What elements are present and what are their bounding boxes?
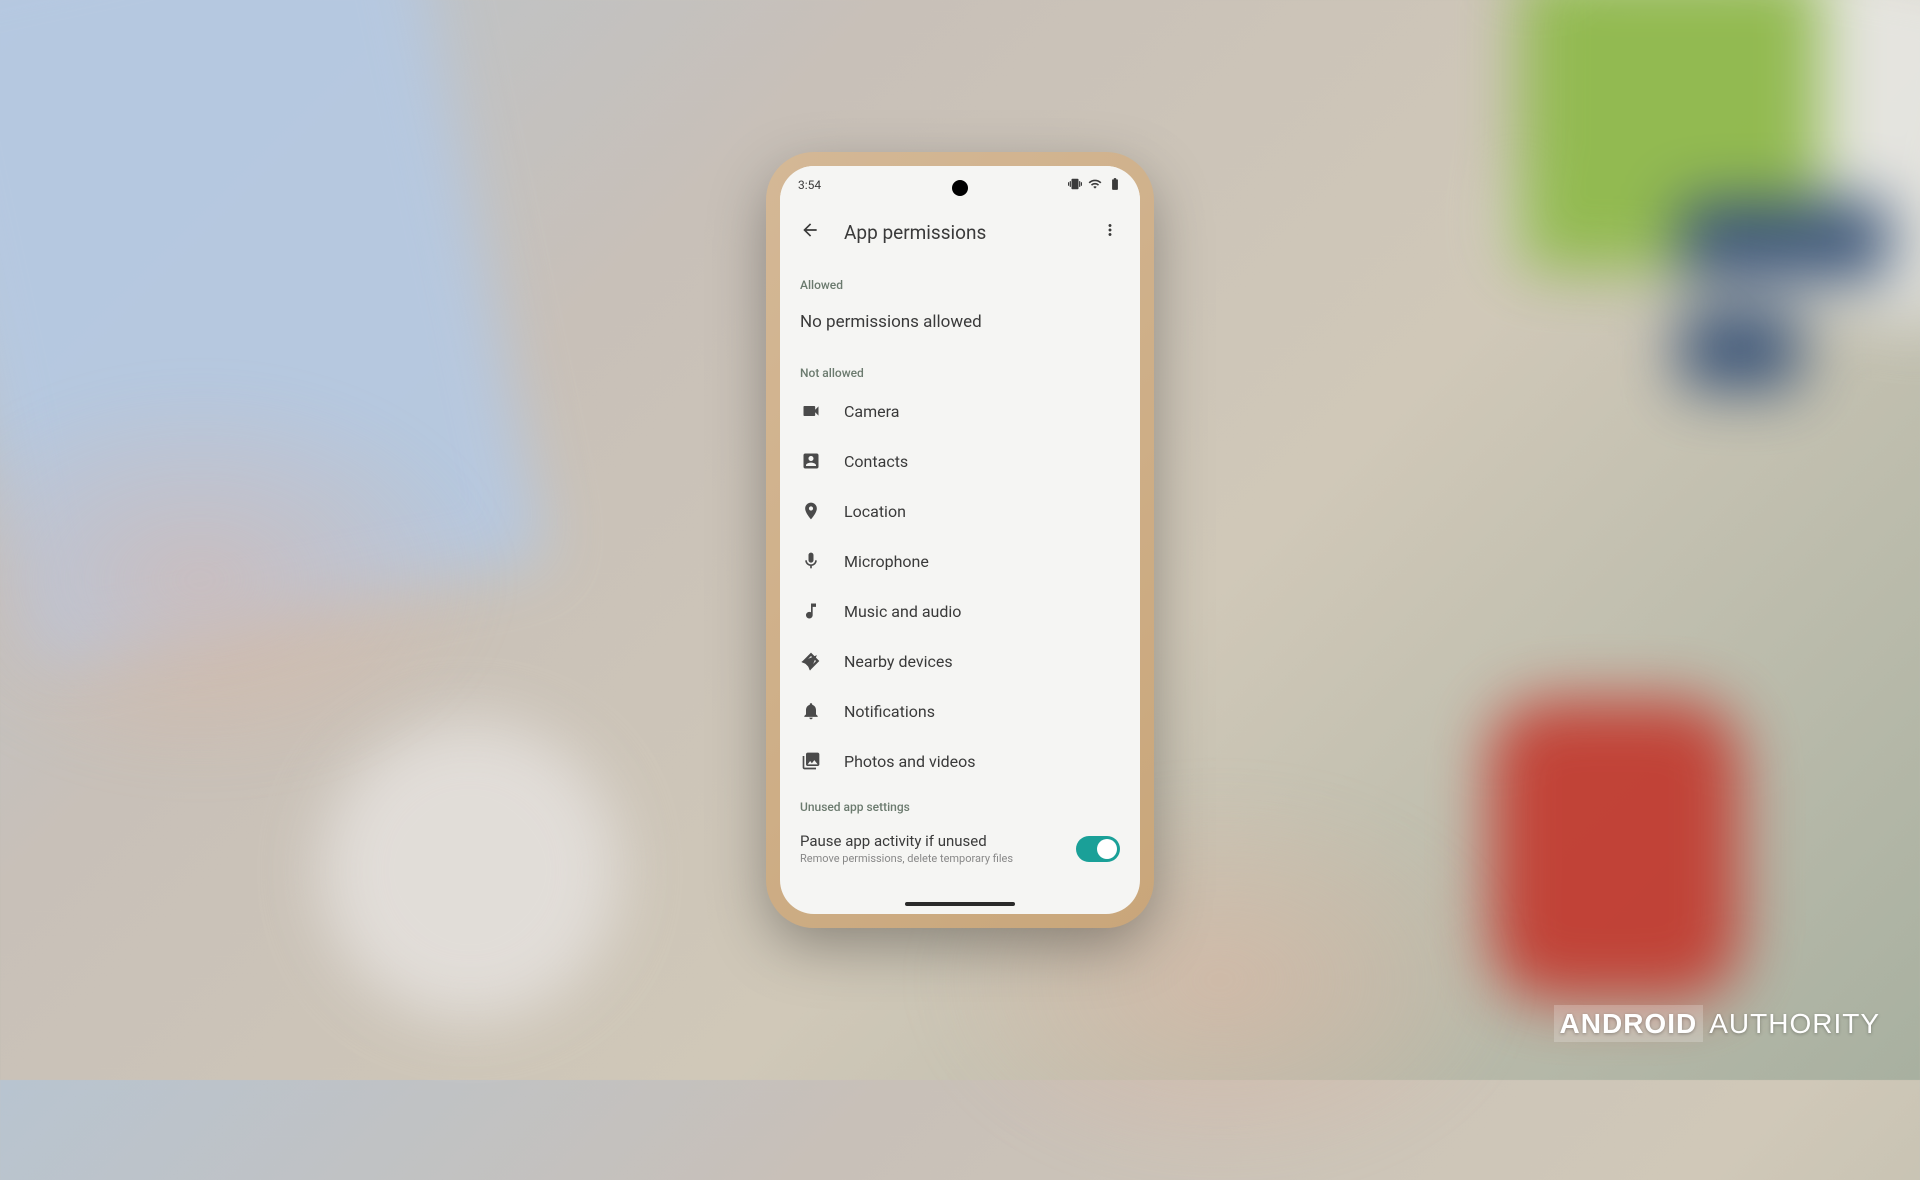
permission-item-music[interactable]: Music and audio: [780, 586, 1140, 636]
section-header-unused: Unused app settings: [780, 786, 1140, 820]
permission-label: Notifications: [844, 702, 935, 721]
section-header-not-allowed: Not allowed: [780, 352, 1140, 386]
nearby-icon: [800, 650, 822, 672]
permission-label: Location: [844, 502, 906, 521]
watermark: ANDROIDAUTHORITY: [1554, 1008, 1880, 1040]
nav-bar-indicator[interactable]: [905, 902, 1015, 906]
page-title: App permissions: [844, 221, 1092, 244]
music-note-icon: [800, 600, 822, 622]
content-area: Allowed No permissions allowed Not allow…: [780, 260, 1140, 865]
photo-library-icon: [800, 750, 822, 772]
toggle-title: Pause app activity if unused: [800, 832, 1064, 850]
overflow-menu-button[interactable]: [1092, 214, 1128, 250]
wifi-icon: [1088, 177, 1102, 194]
permission-item-microphone[interactable]: Microphone: [780, 536, 1140, 586]
arrow-back-icon: [800, 220, 820, 244]
hand-blur: [0, 380, 500, 780]
camera-hole: [952, 180, 968, 196]
vibrate-icon: [1068, 177, 1082, 194]
permission-item-location[interactable]: Location: [780, 486, 1140, 536]
contacts-icon: [800, 450, 822, 472]
permission-item-contacts[interactable]: Contacts: [780, 436, 1140, 486]
permission-label: Contacts: [844, 452, 908, 471]
watermark-bold: ANDROID: [1554, 1005, 1704, 1042]
toggle-subtitle: Remove permissions, delete temporary fil…: [800, 852, 1064, 865]
permission-item-camera[interactable]: Camera: [780, 386, 1140, 436]
battery-icon: [1108, 177, 1122, 194]
status-time: 3:54: [798, 178, 821, 192]
more-vert-icon: [1101, 221, 1119, 243]
permission-label: Music and audio: [844, 602, 961, 621]
allowed-empty-message: No permissions allowed: [780, 298, 1140, 352]
permission-item-photos[interactable]: Photos and videos: [780, 736, 1140, 786]
phone-frame: 3:54 App permissions Allowed No permissi…: [770, 156, 1150, 924]
watermark-light: AUTHORITY: [1709, 1008, 1880, 1039]
location-icon: [800, 500, 822, 522]
camera-icon: [800, 400, 822, 422]
phone-screen: 3:54 App permissions Allowed No permissi…: [780, 166, 1140, 914]
pause-activity-toggle[interactable]: [1076, 836, 1120, 862]
permission-label: Camera: [844, 402, 899, 421]
permission-item-nearby[interactable]: Nearby devices: [780, 636, 1140, 686]
permission-item-notifications[interactable]: Notifications: [780, 686, 1140, 736]
permission-label: Photos and videos: [844, 752, 976, 771]
back-button[interactable]: [792, 214, 828, 250]
app-bar: App permissions: [780, 204, 1140, 260]
section-header-allowed: Allowed: [780, 264, 1140, 298]
microphone-icon: [800, 550, 822, 572]
notifications-icon: [800, 700, 822, 722]
pause-activity-row[interactable]: Pause app activity if unused Remove perm…: [780, 820, 1140, 865]
permission-label: Nearby devices: [844, 652, 953, 671]
permission-label: Microphone: [844, 552, 929, 571]
